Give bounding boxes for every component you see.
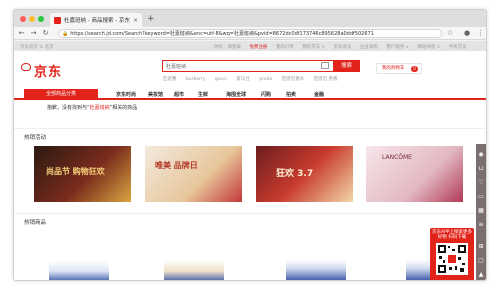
message-icon[interactable]: ▭ (478, 194, 484, 200)
app-download-qr-panel[interactable]: 京东APP上探索更多好物 扫码下载 (430, 228, 474, 280)
hotword-link[interactable]: prada (259, 77, 272, 82)
banner-text: 狂欢 3.7 (276, 169, 314, 179)
hot-activities-section: 热销活动 (14, 128, 486, 141)
jd-search-page: 京东首页 ⊙ 北京 你好，请登录 免费注册 我的订单 我的京东 ∨ 京东会员 企… (14, 41, 486, 280)
promo-banner[interactable]: 尚品节 购物狂欢 (34, 146, 131, 202)
site-nav-link[interactable]: 网站导航 ∨ (418, 45, 441, 50)
main-nav: 全部商品分类 京东时尚 美妆馆 超市 生鲜 海囤全球 闪购 拍卖 金融 (14, 89, 486, 100)
product-card[interactable] (286, 260, 346, 280)
new-tab-button[interactable]: + (147, 14, 155, 24)
tab-close-icon[interactable]: × (133, 17, 138, 24)
service-link[interactable]: 客户服务 ∨ (386, 45, 409, 50)
cart-button[interactable]: 我的购物车 0 (376, 63, 422, 74)
url-text: https://search.jd.com/Search?keyword=杜嘉班… (70, 31, 374, 37)
hotword-link[interactable]: 范思哲香水 (282, 77, 305, 82)
minimize-window-button[interactable] (29, 16, 35, 22)
chat-icon[interactable]: ▢ (478, 258, 484, 264)
nav-item-beauty[interactable]: 美妆馆 (148, 91, 163, 98)
promo-banner[interactable]: 唯美 品牌日 (145, 146, 242, 202)
cart-count-badge: 0 (411, 65, 418, 72)
site-topbar: 京东首页 ⊙ 北京 你好，请登录 免费注册 我的订单 我的京东 ∨ 京东会员 企… (14, 41, 486, 51)
promo-banner[interactable]: 狂欢 3.7 (256, 146, 353, 202)
product-card[interactable] (49, 260, 109, 280)
no-results-notice: 抱歉，没有找到与“杜嘉班纳”相关的商品 (47, 104, 167, 111)
maximize-window-button[interactable] (38, 16, 44, 22)
reload-button[interactable]: ↻ (41, 29, 50, 37)
section-title: 热销商品 (24, 220, 47, 226)
browser-tab[interactable]: 杜嘉班纳 - 商品搜索 - 京东 × (50, 13, 142, 27)
tab-strip: 杜嘉班纳 - 商品搜索 - 京东 × + (14, 10, 486, 27)
member-link[interactable]: 京东会员 (333, 45, 351, 50)
hotword-link[interactable]: burberry (186, 77, 205, 82)
notice-prefix: 抱歉，没有找到与“ (47, 105, 90, 111)
login-link[interactable]: 你好，请登录 (214, 45, 241, 50)
nav-item-auction[interactable]: 拍卖 (286, 91, 296, 98)
product-card[interactable] (164, 260, 224, 280)
cart-label: 我的购物车 (382, 66, 405, 71)
back-button[interactable]: ← (17, 29, 26, 37)
nav-item-global[interactable]: 海囤全球 (226, 91, 246, 98)
jd-dog-logo-icon (21, 63, 31, 71)
all-categories-button[interactable]: 全部商品分类 (24, 89, 98, 100)
hotword-link[interactable]: 匹诺曹 (163, 77, 177, 82)
qr-code (436, 243, 468, 275)
nav-item-fashion[interactable]: 京东时尚 (116, 91, 136, 98)
nav-item-fresh[interactable]: 生鲜 (198, 91, 208, 98)
register-link[interactable]: 免费注册 (249, 45, 267, 50)
browser-window: 杜嘉班纳 - 商品搜索 - 京东 × + ← → ↻ 🔒 https://sea… (13, 9, 487, 281)
orders-link[interactable]: 我的订单 (276, 45, 294, 50)
close-window-button[interactable] (20, 16, 26, 22)
scan-icon[interactable]: ⊞ (478, 244, 484, 250)
enterprise-link[interactable]: 企业采购 (360, 45, 378, 50)
cart-icon[interactable]: ⊔ (478, 166, 484, 172)
star-icon[interactable]: ☆ (447, 29, 453, 37)
profile-icon[interactable]: ● (464, 29, 470, 37)
qr-code-graphic (438, 245, 466, 273)
calendar-icon[interactable]: ▦ (478, 208, 484, 214)
qr-promo-text: 京东APP上探索更多好物 扫码下载 (432, 230, 473, 240)
location-selector[interactable]: 京东首页 ⊙ 北京 (20, 44, 54, 50)
promo-banner[interactable]: LANCÔME (366, 146, 463, 202)
hot-search-words: 匹诺曹 burberry gucci 爱马仕 prada 范思哲香水 范思哲 男… (163, 76, 346, 82)
search-button[interactable]: 搜索 (333, 59, 360, 72)
nav-item-flash[interactable]: 闪购 (261, 91, 271, 98)
camera-search-icon[interactable] (321, 62, 329, 69)
search-box: 杜嘉班纳 搜索 (162, 59, 360, 72)
section-title: 热销活动 (24, 135, 47, 141)
top-icon[interactable]: ▲ (478, 272, 484, 278)
user-icon[interactable]: ◉ (478, 152, 484, 158)
notice-suffix: ”相关的商品 (109, 105, 138, 111)
jd-logo[interactable]: 京东 (34, 61, 62, 80)
lock-icon: 🔒 (62, 30, 69, 37)
banner-text: 唯美 品牌日 (155, 161, 198, 170)
hotword-link[interactable]: gucci (215, 77, 227, 82)
hot-products-section: 热销商品 (14, 213, 486, 226)
heart-icon[interactable]: ♡ (478, 180, 484, 186)
menu-icon[interactable]: ⋮ (477, 29, 484, 37)
right-toolbar: ◉ ⊔ ♡ ▭ ▦ ≡ ⊞ ▢ ▲ (476, 144, 486, 280)
nav-item-finance[interactable]: 金融 (314, 91, 324, 98)
address-bar[interactable]: 🔒 https://search.jd.com/Search?keyword=杜… (58, 29, 442, 38)
my-jd-link[interactable]: 我的京东 ∨ (302, 45, 325, 50)
notice-keyword: 杜嘉班纳 (89, 105, 110, 111)
nav-item-supermarket[interactable]: 超市 (174, 91, 184, 98)
browser-toolbar: ← → ↻ 🔒 https://search.jd.com/Search?key… (14, 27, 486, 40)
banner-text: 尚品节 购物狂欢 (46, 167, 105, 176)
forward-button[interactable]: → (29, 29, 38, 37)
mobile-jd-link[interactable]: 手机京东 (449, 45, 467, 50)
search-input[interactable]: 杜嘉班纳 (166, 63, 186, 70)
banner-text: LANCÔME (382, 154, 412, 161)
tab-title: 杜嘉班纳 - 商品搜索 - 京东 (64, 18, 130, 24)
hotword-link[interactable]: 范思哲 男香 (314, 77, 338, 82)
topbar-links: 你好，请登录 免费注册 我的订单 我的京东 ∨ 京东会员 企业采购 客户服务 ∨… (214, 44, 474, 50)
layers-icon[interactable]: ≡ (478, 222, 484, 228)
jd-favicon-icon (54, 16, 61, 24)
hotword-link[interactable]: 爱马仕 (236, 77, 250, 82)
